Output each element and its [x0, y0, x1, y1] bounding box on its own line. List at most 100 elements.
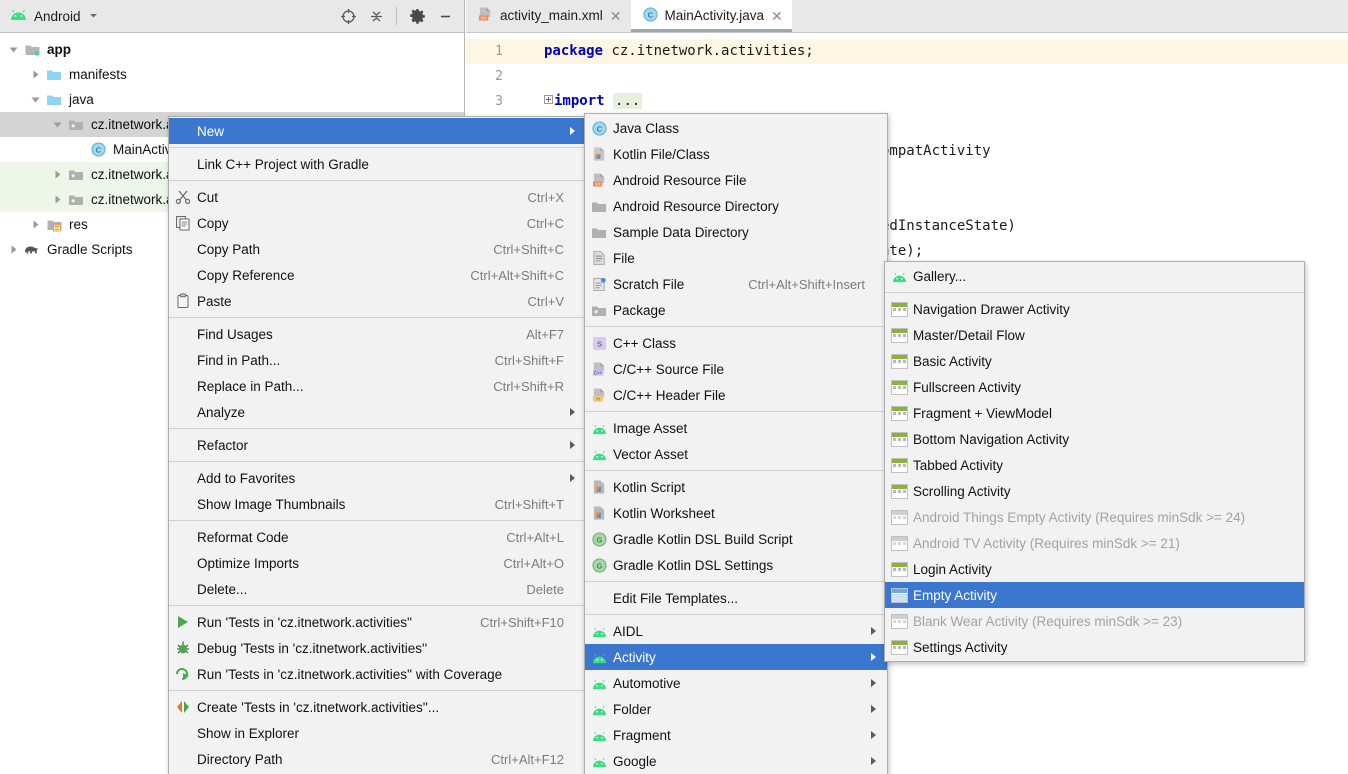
run-icon	[169, 614, 197, 630]
menu-item-label: Copy Path	[197, 242, 483, 257]
chevron-right-icon[interactable]	[4, 244, 22, 255]
tree-row-java[interactable]: java	[0, 87, 464, 112]
menu-item-edit-file-templates[interactable]: Edit File Templates...	[585, 585, 887, 611]
menu-item-package[interactable]: Package	[585, 297, 887, 323]
minimize-icon[interactable]	[432, 3, 458, 29]
menu-item-scratch-file[interactable]: Scratch FileCtrl+Alt+Shift+Insert	[585, 271, 887, 297]
menu-item-google[interactable]: Google	[585, 748, 887, 774]
chevron-right-icon[interactable]	[48, 194, 66, 205]
menu-item-link-c-project-with-gradle[interactable]: Link C++ Project with Gradle	[169, 151, 586, 177]
code-line[interactable]: import ...	[534, 89, 1348, 114]
menu-item-file[interactable]: File	[585, 245, 887, 271]
menu-item-find-in-path[interactable]: Find in Path...Ctrl+Shift+F	[169, 347, 586, 373]
tree-row-app[interactable]: app	[0, 37, 464, 62]
menu-item-new[interactable]: New	[169, 118, 586, 144]
menu-item-kotlin-worksheet[interactable]: Kotlin Worksheet	[585, 500, 887, 526]
menu-item-login-activity[interactable]: Login Activity	[885, 556, 1304, 582]
menu-item-basic-activity[interactable]: Basic Activity	[885, 348, 1304, 374]
kotlin-script-icon	[585, 505, 613, 521]
menu-item-sample-data-directory[interactable]: Sample Data Directory	[585, 219, 887, 245]
menu-item-label: Activity	[613, 650, 865, 665]
menu-item-scrolling-activity[interactable]: Scrolling Activity	[885, 478, 1304, 504]
menu-item-master-detail-flow[interactable]: Master/Detail Flow	[885, 322, 1304, 348]
close-icon[interactable]: ✕	[771, 9, 783, 23]
fold-toggle-icon[interactable]	[544, 95, 553, 104]
menu-item-c-class[interactable]: SC++ Class	[585, 330, 887, 356]
menu-item-gradle-kotlin-dsl-settings[interactable]: GGradle Kotlin DSL Settings	[585, 552, 887, 578]
menu-item-folder[interactable]: Folder	[585, 696, 887, 722]
debug-icon	[169, 640, 197, 656]
gear-icon[interactable]	[404, 3, 430, 29]
close-icon[interactable]: ✕	[610, 9, 622, 23]
editor-tab-activity-main-xml[interactable]: <>activity_main.xml✕	[466, 0, 631, 32]
menu-item-label: Basic Activity	[913, 354, 1282, 369]
folded-region[interactable]: ...	[613, 93, 642, 109]
menu-item-replace-in-path[interactable]: Replace in Path...Ctrl+Shift+R	[169, 373, 586, 399]
menu-item-create-tests-in-cz-itnetwork-activities[interactable]: Create 'Tests in 'cz.itnetwork.activitie…	[169, 694, 586, 720]
menu-item-image-asset[interactable]: Image Asset	[585, 415, 887, 441]
tree-row-manifests[interactable]: manifests	[0, 62, 464, 87]
menu-item-android-resource-directory[interactable]: Android Resource Directory	[585, 193, 887, 219]
menu-item-reformat-code[interactable]: Reformat CodeCtrl+Alt+L	[169, 524, 586, 550]
menu-item-gallery[interactable]: Gallery...	[885, 263, 1304, 289]
tree-node-label: java	[69, 92, 94, 107]
menu-item-kotlin-file-class[interactable]: Kotlin File/Class	[585, 141, 887, 167]
menu-item-android-resource-file[interactable]: <>Android Resource File	[585, 167, 887, 193]
menu-separator	[585, 470, 887, 471]
menu-item-fragment-viewmodel[interactable]: Fragment + ViewModel	[885, 400, 1304, 426]
menu-item-run-tests-in-cz-itnetwork-activities[interactable]: Run 'Tests in 'cz.itnetwork.activities''…	[169, 609, 586, 635]
menu-item-tabbed-activity[interactable]: Tabbed Activity	[885, 452, 1304, 478]
project-view-selector[interactable]: Android	[6, 9, 335, 24]
menu-item-cut[interactable]: CutCtrl+X	[169, 184, 586, 210]
code-editor[interactable]: 123 package cz.itnetwork.activities;impo…	[466, 33, 1348, 114]
menu-item-c-c-header-file[interactable]: HC/C++ Header File	[585, 382, 887, 408]
collapse-all-icon[interactable]	[363, 3, 389, 29]
chevron-down-icon[interactable]	[26, 94, 44, 105]
menu-item-show-image-thumbnails[interactable]: Show Image ThumbnailsCtrl+Shift+T	[169, 491, 586, 517]
code-line[interactable]	[534, 64, 1348, 89]
new-submenu[interactable]: CJava ClassKotlin File/Class<>Android Re…	[584, 113, 888, 774]
menu-item-directory-path[interactable]: Directory PathCtrl+Alt+F12	[169, 746, 586, 772]
menu-item-copy[interactable]: CopyCtrl+C	[169, 210, 586, 236]
code-text[interactable]: package cz.itnetwork.activities; import .…	[534, 33, 1348, 114]
tree-node-label: app	[47, 42, 71, 57]
menu-item-show-in-explorer[interactable]: Show in Explorer	[169, 720, 586, 746]
menu-item-empty-activity[interactable]: Empty Activity	[885, 582, 1304, 608]
chevron-down-icon[interactable]	[48, 119, 66, 130]
chevron-down-icon[interactable]	[4, 44, 22, 55]
menu-item-fragment[interactable]: Fragment	[585, 722, 887, 748]
menu-item-refactor[interactable]: Refactor	[169, 432, 586, 458]
menu-item-automotive[interactable]: Automotive	[585, 670, 887, 696]
locate-icon[interactable]	[335, 3, 361, 29]
menu-item-add-to-favorites[interactable]: Add to Favorites	[169, 465, 586, 491]
code-line[interactable]: package cz.itnetwork.activities;	[534, 39, 1348, 64]
menu-item-aidl[interactable]: AIDL	[585, 618, 887, 644]
menu-item-kotlin-script[interactable]: Kotlin Script	[585, 474, 887, 500]
menu-item-activity[interactable]: Activity	[585, 644, 887, 670]
menu-item-analyze[interactable]: Analyze	[169, 399, 586, 425]
menu-item-gradle-kotlin-dsl-build-script[interactable]: GGradle Kotlin DSL Build Script	[585, 526, 887, 552]
menu-item-copy-reference[interactable]: Copy ReferenceCtrl+Alt+Shift+C	[169, 262, 586, 288]
menu-item-find-usages[interactable]: Find UsagesAlt+F7	[169, 321, 586, 347]
chevron-down-icon[interactable]	[88, 9, 99, 24]
activity-submenu[interactable]: Gallery... Navigation Drawer ActivityMast…	[884, 261, 1305, 662]
menu-item-bottom-navigation-activity[interactable]: Bottom Navigation Activity	[885, 426, 1304, 452]
chevron-right-icon[interactable]	[26, 69, 44, 80]
menu-item-vector-asset[interactable]: Vector Asset	[585, 441, 887, 467]
menu-item-optimize-imports[interactable]: Optimize ImportsCtrl+Alt+O	[169, 550, 586, 576]
menu-item-delete[interactable]: Delete...Delete	[169, 576, 586, 602]
menu-item-fullscreen-activity[interactable]: Fullscreen Activity	[885, 374, 1304, 400]
chevron-right-icon[interactable]	[48, 169, 66, 180]
editor-tab-mainactivity-java[interactable]: CMainActivity.java✕	[631, 0, 792, 32]
menu-item-navigation-drawer-activity[interactable]: Navigation Drawer Activity	[885, 296, 1304, 322]
menu-item-label: Create 'Tests in 'cz.itnetwork.activitie…	[197, 700, 564, 715]
menu-item-paste[interactable]: PasteCtrl+V	[169, 288, 586, 314]
menu-item-debug-tests-in-cz-itnetwork-activities[interactable]: Debug 'Tests in 'cz.itnetwork.activities…	[169, 635, 586, 661]
menu-item-settings-activity[interactable]: Settings Activity	[885, 634, 1304, 660]
menu-item-copy-path[interactable]: Copy PathCtrl+Shift+C	[169, 236, 586, 262]
menu-item-java-class[interactable]: CJava Class	[585, 115, 887, 141]
menu-item-run-tests-in-cz-itnetwork-activities-with-co[interactable]: Run 'Tests in 'cz.itnetwork.activities''…	[169, 661, 586, 687]
menu-item-c-c-source-file[interactable]: C++C/C++ Source File	[585, 356, 887, 382]
project-context-menu[interactable]: New Link C++ Project with Gradle CutCtrl+X…	[168, 116, 587, 774]
chevron-right-icon[interactable]	[26, 219, 44, 230]
